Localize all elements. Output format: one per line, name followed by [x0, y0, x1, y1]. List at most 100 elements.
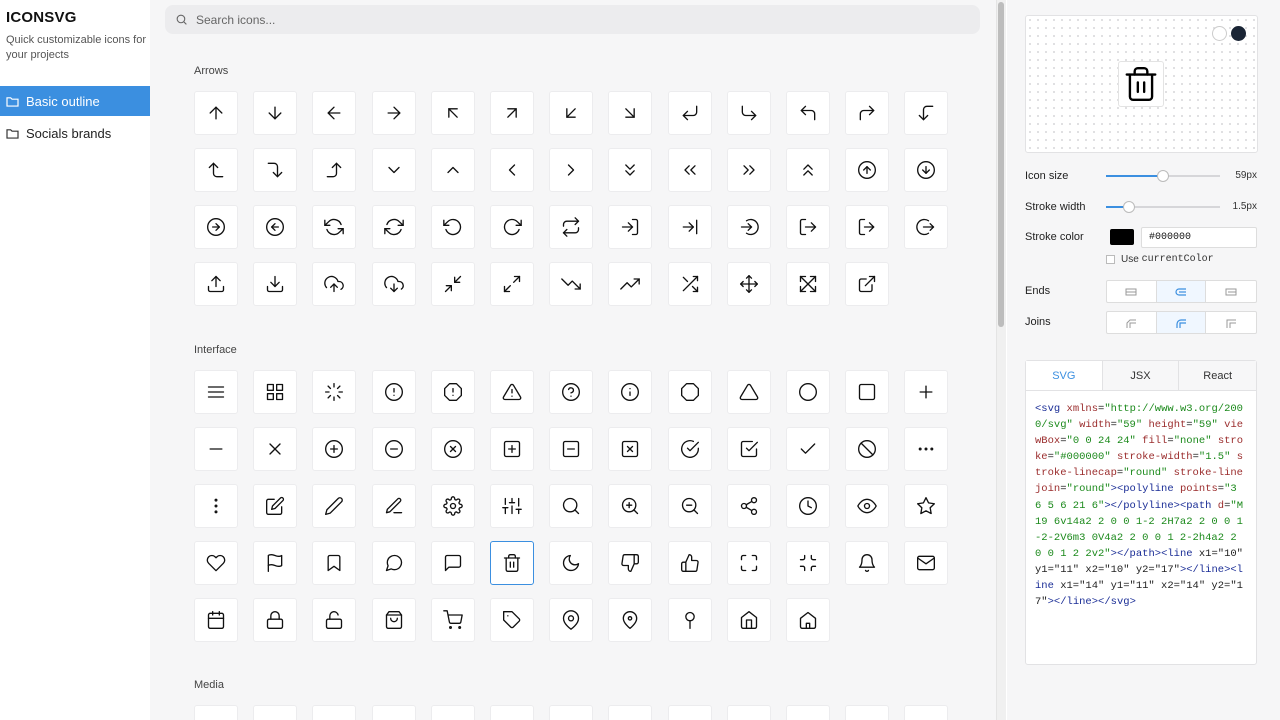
icon-cell-loader[interactable] [312, 370, 357, 414]
icon-cell-corner-left-up[interactable] [194, 148, 238, 192]
icon-cell-zoom-out[interactable] [667, 484, 712, 528]
icon-cell-mail[interactable] [904, 541, 949, 585]
icon-cell[interactable] [253, 705, 298, 720]
icon-cell[interactable] [312, 705, 357, 720]
icon-cell-map-pin[interactable] [549, 598, 594, 642]
icon-cell-map-pin-alt[interactable] [608, 598, 653, 642]
joins-round-option[interactable] [1156, 312, 1207, 333]
icon-cell-home[interactable] [726, 598, 771, 642]
icon-cell-chevron-up[interactable] [430, 148, 475, 192]
icon-cell-move[interactable] [726, 262, 771, 306]
icon-cell-x[interactable] [253, 427, 298, 471]
icon-cell-octagon[interactable] [667, 370, 712, 414]
icon-cell-arrow-up-left[interactable] [430, 91, 475, 135]
icon-cell-slash[interactable] [845, 427, 890, 471]
icon-cell-plus[interactable] [904, 370, 949, 414]
icon-cell-sliders[interactable] [489, 484, 534, 528]
icon-cell-help-circle[interactable] [549, 370, 594, 414]
icon-cell-share[interactable] [726, 484, 771, 528]
icon-cell-corner-down-right[interactable] [726, 91, 771, 135]
joins-miter-option[interactable] [1206, 312, 1256, 333]
icon-cell-pencil[interactable] [312, 484, 357, 528]
icon-cell-alert-circle[interactable] [371, 370, 416, 414]
icon-cell-log-in-alt[interactable] [667, 205, 712, 249]
icon-cell-circle-arrow-down[interactable] [904, 148, 949, 192]
icon-cell-download[interactable] [253, 262, 298, 306]
icon-cell-refresh-cw[interactable] [371, 205, 416, 249]
icon-cell-unlock[interactable] [312, 598, 357, 642]
icon-cell-shopping-bag[interactable] [371, 598, 416, 642]
icon-cell-corner-down-left[interactable] [667, 91, 712, 135]
tab-react[interactable]: React [1179, 361, 1256, 390]
icon-cell[interactable] [904, 705, 949, 720]
icon-cell-arrow-up[interactable] [194, 91, 238, 135]
icon-cell-chevron-right[interactable] [549, 148, 594, 192]
icon-cell-bell[interactable] [845, 541, 890, 585]
icon-cell-circle-arrow-in[interactable] [726, 205, 771, 249]
icon-cell-corner-up-right[interactable] [845, 91, 890, 135]
icon-cell-corner-left-down[interactable] [904, 91, 949, 135]
icon-cell-corner-right-up[interactable] [312, 148, 357, 192]
icon-cell-edit[interactable] [253, 484, 298, 528]
icon-cell-minus[interactable] [194, 427, 238, 471]
stroke-color-input[interactable]: #000000 [1141, 227, 1257, 248]
icon-cell-arrow-up-right[interactable] [489, 91, 534, 135]
sidebar-item-socials-brands[interactable]: Socials brands [0, 118, 150, 148]
icon-cell[interactable] [371, 705, 416, 720]
icon-cell-log-out-alt[interactable] [845, 205, 890, 249]
sidebar-item-basic-outline[interactable]: Basic outline [0, 86, 150, 116]
icon-cell-alert-octagon[interactable] [430, 370, 475, 414]
icon-cell-maximize-corners[interactable] [726, 541, 771, 585]
icon-cell-arrow-right[interactable] [371, 91, 416, 135]
icon-cell-alert-triangle[interactable] [489, 370, 534, 414]
icon-cell-circle-arrow-left[interactable] [253, 205, 298, 249]
icon-cell-corner-right-down[interactable] [253, 148, 298, 192]
icon-cell-minimize-corners[interactable] [785, 541, 830, 585]
app-logo[interactable]: ICONSVG [6, 9, 77, 26]
dark-background-swatch[interactable] [1231, 26, 1246, 41]
icon-cell-calendar[interactable] [194, 598, 238, 642]
tab-jsx[interactable]: JSX [1102, 361, 1180, 390]
icon-cell-arrow-down[interactable] [253, 91, 298, 135]
icon-cell-circle[interactable] [785, 370, 830, 414]
use-current-color-checkbox[interactable] [1106, 255, 1115, 264]
icon-cell[interactable] [726, 705, 771, 720]
icon-cell-circle-arrow-right[interactable] [194, 205, 238, 249]
icon-cell-check-square[interactable] [726, 427, 771, 471]
icon-cell-check-circle[interactable] [667, 427, 712, 471]
icon-cell-chevrons-down[interactable] [608, 148, 653, 192]
joins-bevel-option[interactable] [1107, 312, 1157, 333]
icon-cell-minus-circle[interactable] [371, 427, 416, 471]
icon-cell-more-horizontal[interactable] [904, 427, 949, 471]
icon-cell-trending-down[interactable] [549, 262, 594, 306]
icon-cell-settings[interactable] [430, 484, 475, 528]
icon-cell[interactable] [608, 705, 653, 720]
icon-cell-shopping-cart[interactable] [430, 598, 475, 642]
icon-cell-rotate-cw[interactable] [489, 205, 534, 249]
stroke-color-swatch[interactable] [1110, 229, 1134, 245]
icon-cell-shuffle[interactable] [667, 262, 712, 306]
ends-butt-option[interactable] [1107, 281, 1157, 302]
icon-cell-grid[interactable] [253, 370, 298, 414]
icon-cell-expand[interactable] [785, 262, 830, 306]
icon-cell-check[interactable] [785, 427, 830, 471]
icon-cell-bookmark[interactable] [312, 541, 357, 585]
icon-cell-edit-line[interactable] [371, 484, 416, 528]
icon-cell-thumbs-up[interactable] [667, 541, 712, 585]
icon-cell[interactable] [845, 705, 890, 720]
icon-cell[interactable] [194, 705, 238, 720]
icon-cell-chevron-left[interactable] [489, 148, 534, 192]
icon-cell-menu[interactable] [194, 370, 238, 414]
icon-cell-info[interactable] [608, 370, 653, 414]
icon-cell-trash[interactable] [489, 541, 534, 585]
icon-cell-arrow-down-left[interactable] [549, 91, 594, 135]
icon-cell-chevrons-right[interactable] [726, 148, 771, 192]
stroke-width-slider[interactable] [1106, 201, 1220, 213]
slider-knob[interactable] [1122, 201, 1135, 213]
icon-cell-corner-up-left[interactable] [785, 91, 830, 135]
icon-cell-chevron-down[interactable] [371, 148, 416, 192]
icon-cell-pin[interactable] [667, 598, 712, 642]
icon-cell-lock[interactable] [253, 598, 298, 642]
icon-cell[interactable] [785, 705, 830, 720]
ends-round-option[interactable] [1156, 281, 1207, 302]
